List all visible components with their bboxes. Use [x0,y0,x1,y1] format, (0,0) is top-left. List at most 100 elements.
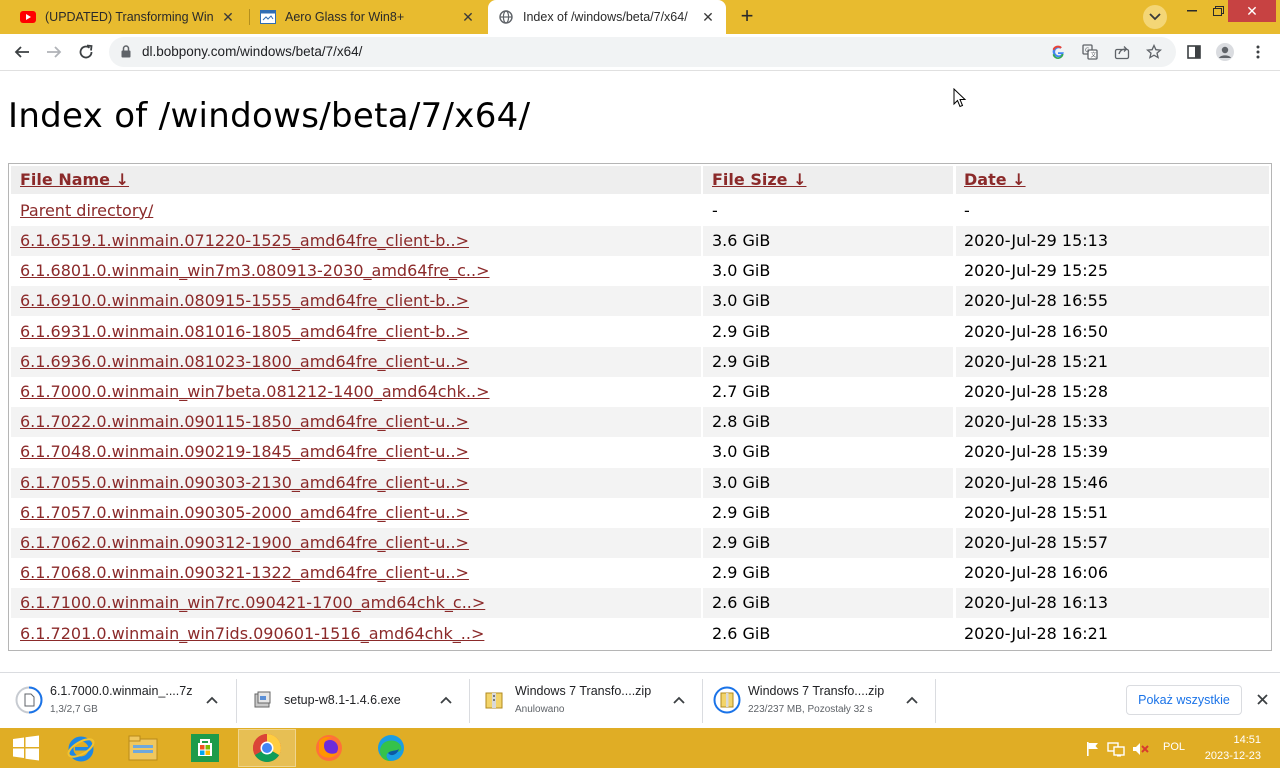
file-date: 2020-Jul-28 16:50 [964,321,1109,341]
taskbar: POL 14:51 2023-12-23 [0,728,1280,768]
file-icon [15,686,43,714]
firefox-icon[interactable] [300,729,358,767]
file-date: 2020-Jul-28 15:57 [956,528,1269,558]
lock-icon[interactable] [121,45,131,63]
chevron-up-icon[interactable] [670,691,688,709]
column-header-file-size[interactable]: File Size ↓ [703,166,953,194]
svg-text:文: 文 [1091,51,1097,59]
file-date: 2020-Jul-29 15:13 [956,226,1269,256]
file-link[interactable]: 6.1.7201.0.winmain_win7ids.090601-1516_a… [20,624,484,643]
column-header-date[interactable]: Date ↓ [956,166,1269,194]
window-close-button[interactable]: ✕ [1228,0,1276,22]
share-icon[interactable] [1113,43,1131,61]
clock-time[interactable]: 14:51 [1203,734,1261,746]
file-link[interactable]: 6.1.7000.0.winmain_win7beta.081212-1400_… [20,382,490,401]
url-text[interactable]: dl.bobpony.com/windows/beta/7/x64/ [142,44,362,59]
file-date: 2020-Jul-28 16:06 [964,563,1109,583]
file-size: 2.6 GiB [712,623,771,643]
file-size: - [712,201,718,220]
chrome-icon[interactable] [238,729,296,767]
file-link[interactable]: 6.1.7068.0.winmain.090321-1322_amd64fre_… [20,563,469,582]
file-link[interactable]: 6.1.7048.0.winmain.090219-1845_amd64fre_… [20,442,469,461]
internet-explorer-icon[interactable] [52,729,110,767]
file-link[interactable]: 6.1.6910.0.winmain.080915-1555_amd64fre_… [20,291,469,310]
table-row: 6.1.6910.0.winmain.080915-1555_amd64fre_… [11,286,1269,317]
input-language-indicator[interactable]: POL [1163,741,1185,753]
file-link[interactable]: 6.1.6519.1.winmain.071220-1525_amd64fre_… [20,231,469,250]
table-row: 6.1.7201.0.winmain_win7ids.090601-1516_a… [11,619,1269,649]
tab-index-of[interactable]: Index of /windows/beta/7/x64/ ✕ [488,0,726,34]
store-icon[interactable] [176,729,234,767]
parent-directory-link[interactable]: Parent directory/ [20,201,153,220]
chevron-down-icon [1149,13,1161,21]
file-link[interactable]: 6.1.7057.0.winmain.090305-2000_amd64fre_… [20,503,469,522]
profile-avatar-icon[interactable] [1215,42,1235,62]
chevron-up-icon[interactable] [203,691,221,709]
tab-aero-glass[interactable]: Aero Glass for Win8+ ✕ [250,0,486,34]
download-bar: 6.1.7000.0.winmain_....7z 1,3/2,7 GB set… [0,672,1280,728]
file-explorer-icon[interactable] [114,729,172,767]
close-download-bar-icon[interactable] [1254,691,1270,707]
file-listing-table: File Name ↓ File Size ↓ Date ↓ Parent di… [8,163,1272,651]
file-link[interactable]: 6.1.7055.0.winmain.090303-2130_amd64fre_… [20,473,469,492]
clock-date[interactable]: 2023-12-23 [1195,750,1261,762]
table-row: 6.1.7000.0.winmain_win7beta.081212-1400_… [11,377,1269,407]
download-item[interactable]: 6.1.7000.0.winmain_....7z 1,3/2,7 GB [15,679,230,723]
close-tab-icon[interactable]: ✕ [700,9,716,25]
browser-toolbar: dl.bobpony.com/windows/beta/7/x64/ G文 [0,34,1280,71]
show-all-downloads-button[interactable]: Pokaż wszystkie [1126,685,1242,715]
reload-button[interactable] [73,39,99,65]
installer-icon [249,686,277,714]
file-link[interactable]: 6.1.7022.0.winmain.090115-1850_amd64fre_… [20,412,469,431]
side-panel-icon[interactable] [1184,42,1204,62]
bookmark-star-icon[interactable] [1145,43,1163,61]
edge-icon[interactable] [362,729,420,767]
file-size: 2.6 GiB [703,588,953,619]
table-row: 6.1.7068.0.winmain.090321-1322_amd64fre_… [11,558,1269,588]
menu-kebab-icon[interactable] [1248,42,1268,62]
chevron-up-icon[interactable] [903,691,921,709]
file-link[interactable]: 6.1.6801.0.winmain_win7m3.080913-2030_am… [20,261,490,280]
network-icon[interactable] [1107,740,1125,758]
file-link[interactable]: 6.1.6931.0.winmain.081016-1805_amd64fre_… [20,322,469,341]
globe-icon [498,9,514,25]
download-file-name: setup-w8.1-1.4.6.exe [284,693,401,707]
file-link[interactable]: 6.1.7100.0.winmain_win7rc.090421-1700_am… [20,593,485,612]
table-row: 6.1.7100.0.winmain_win7rc.090421-1700_am… [11,588,1269,619]
arrow-right-icon [47,46,62,58]
address-bar[interactable]: dl.bobpony.com/windows/beta/7/x64/ G文 [109,37,1176,67]
translate-icon[interactable]: G文 [1081,43,1099,61]
file-size: 3.0 GiB [712,261,771,281]
download-item[interactable]: Windows 7 Transfo....zip 223/237 MB, Poz… [713,679,928,723]
download-item[interactable]: setup-w8.1-1.4.6.exe [249,679,464,723]
tab-title: Aero Glass for Win8+ [285,10,405,24]
close-tab-icon[interactable]: ✕ [460,9,476,25]
back-button[interactable] [9,39,35,65]
page-content: Index of /windows/beta/7/x64/ File Name … [0,71,1280,672]
file-date: 2020-Jul-28 15:46 [956,467,1269,498]
divider [935,679,936,723]
volume-muted-icon[interactable] [1132,740,1150,758]
tab-search-button[interactable] [1143,5,1167,29]
start-button[interactable] [4,730,48,766]
table-row: 6.1.6801.0.winmain_win7m3.080913-2030_am… [11,256,1269,286]
table-row: 6.1.6936.0.winmain.081023-1800_amd64fre_… [11,346,1269,377]
tab-youtube[interactable]: (UPDATED) Transforming Windo ✕ [10,0,246,34]
column-header-file-name[interactable]: File Name ↓ [11,166,701,194]
file-date: 2020-Jul-28 16:55 [956,286,1269,317]
chevron-up-icon[interactable] [437,691,455,709]
action-center-flag-icon[interactable] [1084,740,1102,758]
divider [469,679,470,723]
file-link[interactable]: 6.1.6936.0.winmain.081023-1800_amd64fre_… [20,352,469,371]
new-tab-button[interactable]: + [734,4,760,30]
file-date: 2020-Jul-28 15:33 [956,407,1269,438]
close-tab-icon[interactable]: ✕ [220,9,236,25]
file-size: 2.8 GiB [703,407,953,438]
google-icon[interactable] [1049,43,1067,61]
file-size: 2.9 GiB [712,563,771,583]
forward-button[interactable] [41,39,67,65]
download-item[interactable]: Windows 7 Transfo....zip Anulowano [480,679,695,723]
file-link[interactable]: 6.1.7062.0.winmain.090312-1900_amd64fre_… [20,533,469,552]
table-row: 6.1.7057.0.winmain.090305-2000_amd64fre_… [11,498,1269,528]
table-row: 6.1.7022.0.winmain.090115-1850_amd64fre_… [11,407,1269,438]
